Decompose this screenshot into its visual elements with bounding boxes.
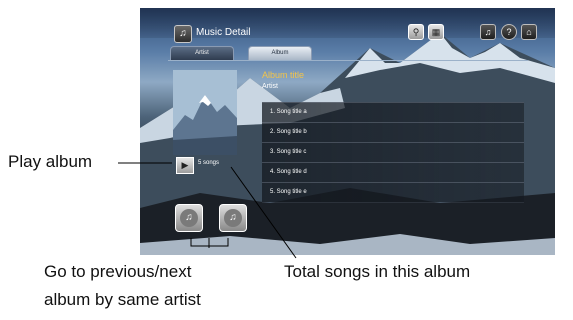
callout-total-songs: Total songs in this album bbox=[284, 262, 471, 281]
callout-prev-next-line2: album by same artist bbox=[44, 290, 201, 309]
callout-play-album: Play album bbox=[8, 152, 93, 171]
callout-prev-next-line1: Go to previous/next bbox=[44, 262, 192, 281]
